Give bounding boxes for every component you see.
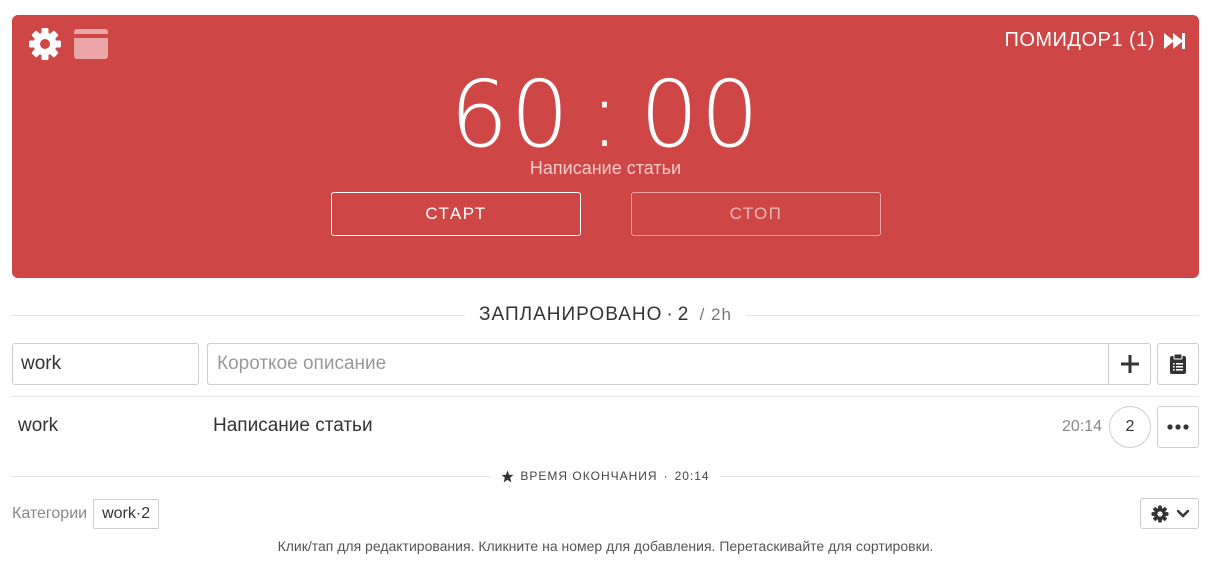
planned-count: 2 xyxy=(677,304,690,325)
footer-hint: Клик/тап для редактирования. Кликните на… xyxy=(277,538,934,554)
current-task-label: Написание статьи xyxy=(529,158,682,178)
star-icon xyxy=(501,470,514,482)
fast-forward-icon xyxy=(1164,32,1185,49)
category-tag-name: work xyxy=(102,505,136,522)
category-tag[interactable]: work · 2 xyxy=(93,499,160,529)
description-input[interactable] xyxy=(207,343,1109,385)
plus-icon xyxy=(1120,355,1139,373)
task-count-button[interactable]: 2 xyxy=(1109,406,1151,448)
ellipsis-icon xyxy=(1167,424,1189,430)
add-task-button[interactable] xyxy=(1108,343,1151,385)
categories-label: Категории xyxy=(12,505,88,522)
task-row[interactable]: work Написание статьи 20:14 2 xyxy=(12,396,1199,458)
end-time-divider: ВРЕМЯ ОКОНЧАНИЯ · 20:14 xyxy=(12,466,1199,486)
start-button[interactable]: СТАРТ xyxy=(331,192,581,236)
task-more-button[interactable] xyxy=(1157,406,1199,448)
planned-label: ЗАПЛАНИРОВАНО xyxy=(479,304,663,325)
divider xyxy=(719,475,1199,477)
gear-icon xyxy=(1151,505,1168,522)
timer-seconds: 00 xyxy=(640,61,762,168)
end-time-value: 20:14 xyxy=(674,469,710,483)
planned-section-header: ЗАПЛАНИРОВАНО · 2 / 2h xyxy=(12,301,1200,329)
window-icon xyxy=(74,29,108,59)
timer-separator: : xyxy=(589,61,622,168)
timer-panel: ПОМИДОР1 (1) 60:00 Написание статьи СТАР… xyxy=(12,15,1199,278)
divider xyxy=(12,475,492,477)
planned-duration: / 2h xyxy=(699,305,732,324)
category-tag-count: 2 xyxy=(141,505,151,522)
stop-button[interactable]: СТОП xyxy=(631,192,881,236)
pomodoro-label: ПОМИДОР1 (1) xyxy=(1004,29,1155,51)
task-end-time: 20:14 xyxy=(1061,418,1102,435)
task-category[interactable]: work xyxy=(18,415,58,437)
category-input[interactable] xyxy=(12,343,199,385)
categories-bar: Категории work · 2 xyxy=(12,499,160,529)
settings-dropdown-button[interactable] xyxy=(1140,498,1199,529)
end-time-label: ВРЕМЯ ОКОНЧАНИЯ · 20:14 xyxy=(491,469,719,483)
clipboard-button[interactable] xyxy=(1157,343,1199,385)
gear-icon xyxy=(29,28,61,60)
clipboard-icon xyxy=(1170,354,1186,374)
window-button[interactable] xyxy=(74,29,108,59)
end-time-text: ВРЕМЯ ОКОНЧАНИЯ xyxy=(520,469,658,483)
task-description[interactable]: Написание статьи xyxy=(213,415,373,437)
divider xyxy=(12,314,466,316)
pomodoro-skip-button[interactable]: ПОМИДОР1 (1) xyxy=(1004,29,1185,52)
chevron-down-icon xyxy=(1176,509,1189,518)
settings-button[interactable] xyxy=(28,27,62,61)
timer-display: 60:00 xyxy=(12,61,1199,169)
planned-title: ЗАПЛАНИРОВАНО · 2 / 2h xyxy=(479,304,732,325)
timer-minutes: 60 xyxy=(449,61,571,168)
divider xyxy=(745,314,1200,316)
